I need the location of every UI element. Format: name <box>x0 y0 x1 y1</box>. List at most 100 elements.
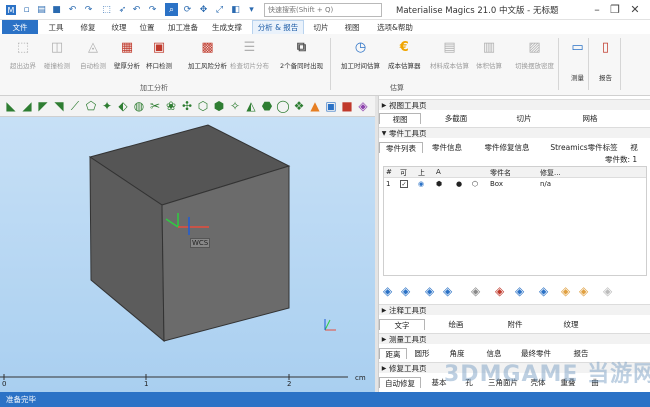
fit-icon[interactable]: ⤢ <box>213 3 226 16</box>
new-file-icon[interactable]: ▫ <box>20 3 33 16</box>
part-tool-icon[interactable]: ◈ <box>443 284 457 298</box>
ribbon-button-12[interactable]: ▨ 切换摆放密度 <box>515 38 554 70</box>
mark-tool-icon[interactable]: ⬣ <box>260 99 274 113</box>
pan-icon[interactable]: ✥ <box>197 3 210 16</box>
mark-tool-icon[interactable]: ◍ <box>132 99 146 113</box>
panel-tab[interactable]: 多截面 <box>421 113 491 124</box>
undo-icon[interactable]: ↶ <box>66 3 79 16</box>
panel-tab[interactable]: 零件列表 <box>379 142 423 153</box>
ribbon-button-1[interactable]: ◫ 碰撞检测 <box>44 38 70 70</box>
redo-icon[interactable]: ↷ <box>82 3 95 16</box>
ribbon-button-4[interactable]: ▣ 杯口检测 <box>146 38 172 70</box>
mark-tool-icon[interactable]: ⬢ <box>212 99 226 113</box>
measure-toolbar-header[interactable]: ▶ 测量工具页 <box>379 333 650 344</box>
mark-tool-icon[interactable]: ⬖ <box>116 99 130 113</box>
ribbon-button-5[interactable]: ▩ 加工风险分析 <box>188 38 227 70</box>
search-input[interactable]: 快速搜索(Shift + Q) <box>264 3 382 17</box>
column-header[interactable]: 可 <box>400 168 407 178</box>
close-icon[interactable]: ✕ <box>628 2 642 16</box>
collapse-icon[interactable]: ▶ <box>379 336 389 343</box>
tab-8[interactable]: 切片 <box>308 20 334 34</box>
mark-tool-icon[interactable]: ✧ <box>228 99 242 113</box>
part-toolbar-header[interactable]: ▼ 零件工具页 <box>379 127 650 138</box>
part-tool-icon[interactable]: ◈ <box>401 284 415 298</box>
ribbon-button-13[interactable]: ▭ 测量 <box>568 38 587 82</box>
annotation-toolbar-header[interactable]: ▶ 注释工具页 <box>379 304 650 315</box>
tab-5[interactable]: 加工准备 <box>164 20 202 34</box>
collapse-icon[interactable]: ▶ <box>379 365 389 372</box>
panel-tab[interactable]: 纹理 <box>543 319 599 330</box>
panel-tab[interactable]: 零件修复信息 <box>471 142 543 153</box>
mark-tool-icon[interactable]: ▲ <box>308 99 322 113</box>
mark-tool-icon[interactable]: ◢ <box>20 99 34 113</box>
restore-icon[interactable]: ❐ <box>608 2 622 16</box>
ribbon-button-8[interactable]: ◷ 加工时间估算 <box>341 38 380 70</box>
ribbon-button-7[interactable]: ⧉ 2个备同时出现 <box>280 38 323 70</box>
ribbon-button-14[interactable]: ▯ 报告 <box>596 38 615 82</box>
panel-tab[interactable]: 距离 <box>379 348 407 359</box>
part-tool-icon[interactable]: ◈ <box>579 284 593 298</box>
visible-checkbox[interactable]: ✓ <box>400 180 408 188</box>
redo2-icon[interactable]: ↷ <box>146 3 159 16</box>
3d-viewport[interactable]: WCS <box>0 117 375 392</box>
part-tool-icon[interactable]: ◈ <box>471 284 485 298</box>
tab-4[interactable]: 位置 <box>134 20 160 34</box>
part-tool-icon[interactable]: ◈ <box>425 284 439 298</box>
panel-tab[interactable]: 文字 <box>379 319 425 330</box>
part-tool-icon[interactable]: ◈ <box>539 284 553 298</box>
ribbon-button-0[interactable]: ⬚ 超出边界 <box>10 38 36 70</box>
mark-tool-icon[interactable]: ■ <box>340 99 354 113</box>
part-name[interactable]: Box <box>490 180 503 188</box>
column-header[interactable]: A <box>436 168 441 176</box>
mark-tool-icon[interactable]: ◯ <box>276 99 290 113</box>
ribbon-button-10[interactable]: ▤ 材料成本估算 <box>430 38 469 70</box>
panel-tab[interactable]: 视 <box>625 142 643 153</box>
part-tool-icon[interactable]: ◈ <box>561 284 575 298</box>
mark-tool-icon[interactable]: ❖ <box>292 99 306 113</box>
panel-tab[interactable]: 圆形 <box>407 348 437 359</box>
mark-tool-icon[interactable]: ◣ <box>4 99 18 113</box>
tab-2[interactable]: 修复 <box>74 20 102 34</box>
panel-tab[interactable]: 附件 <box>487 319 543 330</box>
column-header[interactable]: 修复... <box>540 168 561 178</box>
view-toolbar-header[interactable]: ▶ 视图工具页 <box>379 99 650 110</box>
save-icon[interactable]: ■ <box>50 3 63 16</box>
open-file-icon[interactable]: ▤ <box>35 3 48 16</box>
mark-tool-icon[interactable]: ✂ <box>148 99 162 113</box>
ribbon-button-11[interactable]: ▥ 体积估算 <box>476 38 502 70</box>
panel-tab[interactable]: 网格 <box>557 113 623 124</box>
minimize-icon[interactable]: – <box>590 2 604 16</box>
mark-tool-icon[interactable]: ⬡ <box>196 99 210 113</box>
tab-3[interactable]: 纹理 <box>106 20 132 34</box>
panel-tab[interactable]: 零件信息 <box>423 142 471 153</box>
rotate-icon[interactable]: ⟳ <box>181 3 194 16</box>
panel-tab[interactable]: Streamics零件标签 <box>543 142 625 153</box>
table-row[interactable]: 1 ✓ ◉ ⬢ ● ⬡ Box n/a <box>384 180 646 191</box>
mark-tool-icon[interactable]: ◭ <box>244 99 258 113</box>
panel-tab[interactable]: 视图 <box>379 113 421 124</box>
panel-tab[interactable]: 绘画 <box>425 319 487 330</box>
select-icon[interactable]: ⬚ <box>100 3 113 16</box>
part-tool-icon[interactable]: ◈ <box>603 284 617 298</box>
collapse-icon[interactable]: ▶ <box>379 102 389 109</box>
view-icon[interactable]: ◧ <box>229 3 242 16</box>
tab-6[interactable]: 生成支撑 <box>206 20 248 34</box>
mark-tool-icon[interactable]: ✣ <box>180 99 194 113</box>
mark-tool-icon[interactable]: ◈ <box>356 99 370 113</box>
collapse-icon[interactable]: ▶ <box>379 307 389 314</box>
arrow-icon[interactable]: ➶ <box>116 3 129 16</box>
dropdown-icon[interactable]: ▾ <box>245 3 258 16</box>
tab-7[interactable]: 分析 & 报告 <box>252 20 304 34</box>
ribbon-button-6[interactable]: ☰ 检查切片分布 <box>230 38 269 70</box>
mark-tool-icon[interactable]: ❀ <box>164 99 178 113</box>
tab-9[interactable]: 视图 <box>338 20 366 34</box>
part-tool-icon[interactable]: ◈ <box>383 284 397 298</box>
eye-icon[interactable]: ◉ <box>418 180 424 188</box>
ribbon-button-3[interactable]: ▦ 壁厚分析 <box>114 38 140 70</box>
mark-tool-icon[interactable]: ✦ <box>100 99 114 113</box>
column-header[interactable]: # <box>386 168 392 176</box>
mark-tool-icon[interactable]: ⬠ <box>84 99 98 113</box>
mark-tool-icon[interactable]: ◥ <box>52 99 66 113</box>
zoom-icon[interactable]: ⌕ <box>165 3 178 16</box>
column-header[interactable]: 零件名 <box>490 168 511 178</box>
